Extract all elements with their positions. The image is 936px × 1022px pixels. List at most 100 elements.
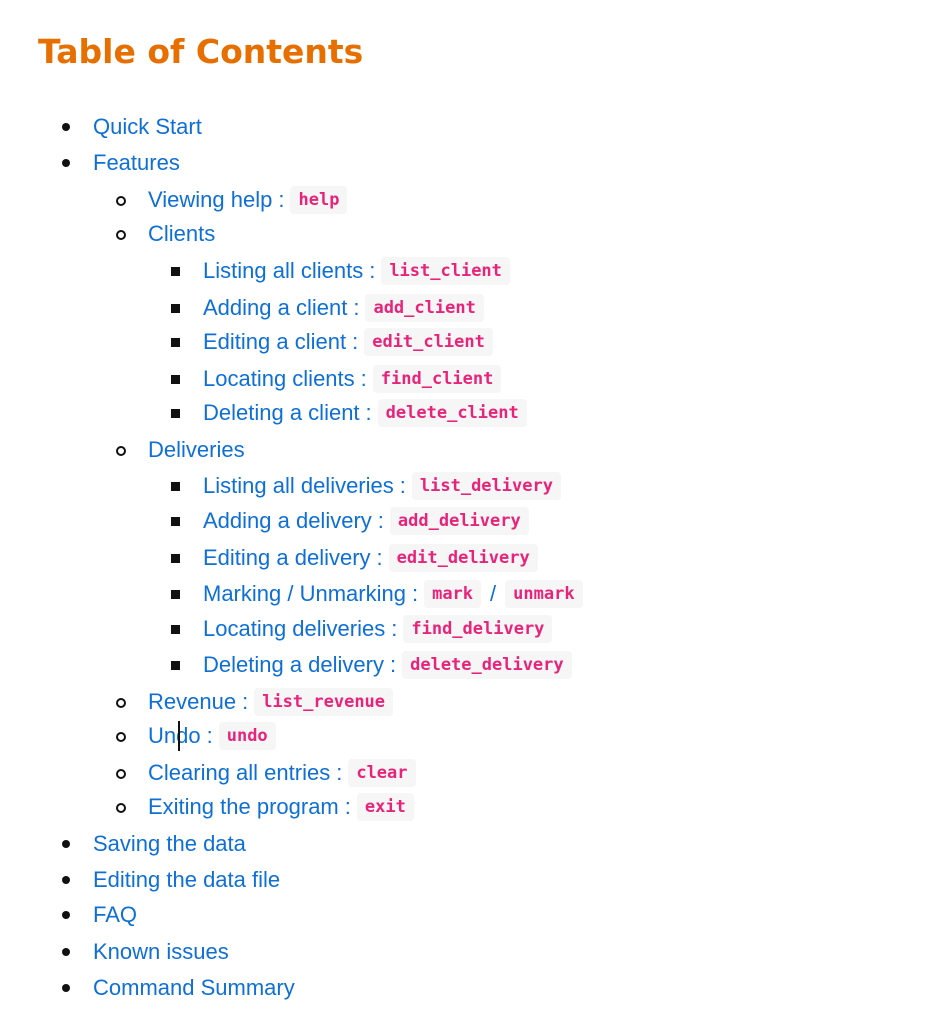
toc-link-locating-deliveries[interactable]: Locating deliveries — [203, 614, 385, 644]
bullet-square-icon — [171, 338, 180, 347]
command-code-edit-client: edit_client — [364, 328, 493, 356]
separator: : — [360, 366, 367, 391]
separator: : — [411, 581, 419, 606]
bullet-disc-icon — [62, 123, 70, 131]
bullet-circle-icon — [116, 446, 126, 456]
bullet-square-icon — [171, 304, 180, 313]
toc-link-listing-clients[interactable]: Listing all clients — [203, 256, 363, 286]
toc-item-deleting-client: Deleting a client : delete_client — [203, 398, 527, 428]
toc-item-locating-clients: Locating clients : find_client — [203, 364, 502, 394]
toc-link-editing-client[interactable]: Editing a client — [203, 327, 346, 357]
separator: : — [352, 329, 359, 354]
command-code-help: help — [290, 186, 348, 214]
command-code-clear: clear — [348, 759, 416, 787]
separator: : — [369, 258, 376, 283]
toc-link-locating-clients[interactable]: Locating clients — [203, 364, 355, 394]
bullet-disc-icon — [62, 876, 70, 884]
toc-item-marking: Marking / Unmarking : mark / unmark — [203, 579, 583, 609]
toc-item-listing-clients: Listing all clients : list_client — [203, 256, 510, 286]
toc-link-quick-start[interactable]: Quick Start — [93, 112, 202, 142]
toc-link-adding-delivery[interactable]: Adding a delivery — [203, 506, 372, 536]
toc-item-revenue: Revenue : list_revenue — [148, 687, 394, 717]
bullet-circle-icon — [116, 769, 126, 779]
toc-item-editing-client: Editing a client : edit_client — [203, 327, 493, 357]
bullet-square-icon — [171, 517, 180, 526]
separator: : — [242, 689, 249, 714]
text-cursor — [178, 721, 180, 751]
toc-item-command-summary: Command Summary — [93, 973, 295, 1003]
toc-item-clearing: Clearing all entries : clear — [148, 758, 416, 788]
bullet-square-icon — [171, 661, 180, 670]
bullet-square-icon — [171, 267, 180, 276]
separator: : — [336, 760, 343, 785]
toc-link-editing-file[interactable]: Editing the data file — [93, 865, 280, 895]
toc-link-editing-delivery[interactable]: Editing a delivery — [203, 543, 371, 573]
separator: : — [389, 652, 397, 677]
command-code-mark: mark — [424, 580, 482, 608]
bullet-disc-icon — [62, 948, 70, 956]
command-code-add-delivery: add_delivery — [389, 507, 529, 535]
toc-item-adding-delivery: Adding a delivery : add_delivery — [203, 506, 529, 536]
toc-link-known-issues[interactable]: Known issues — [93, 937, 229, 967]
bullet-circle-icon — [116, 803, 126, 813]
toc-item-exiting: Exiting the program : exit — [148, 792, 414, 822]
bullet-square-icon — [171, 590, 180, 599]
toc-item-listing-deliveries: Listing all deliveries : list_delivery — [203, 471, 561, 501]
toc-item-deleting-delivery: Deleting a delivery : delete_delivery — [203, 650, 572, 680]
toc-link-deleting-client[interactable]: Deleting a client — [203, 398, 360, 428]
command-code-find-client: find_client — [372, 365, 502, 393]
bullet-disc-icon — [62, 911, 70, 919]
toc-link-undo[interactable]: Undo — [148, 721, 201, 751]
separator: : — [399, 473, 406, 498]
toc-link-clearing[interactable]: Clearing all entries — [148, 758, 330, 788]
toc-link-listing-deliveries[interactable]: Listing all deliveries — [203, 471, 394, 501]
separator: : — [377, 508, 384, 533]
bullet-square-icon — [171, 375, 180, 384]
toc-item-features: Features — [93, 148, 180, 178]
toc-item-saving: Saving the data — [93, 829, 246, 859]
separator: : — [278, 187, 285, 212]
command-code-unmark: unmark — [505, 580, 583, 608]
toc-item-viewing-help: Viewing help : help — [148, 185, 348, 215]
bullet-circle-icon — [116, 698, 126, 708]
toc-item-adding-client: Adding a client : add_client — [203, 293, 484, 323]
toc-link-saving[interactable]: Saving the data — [93, 829, 246, 859]
bullet-square-icon — [171, 482, 180, 491]
separator: : — [353, 295, 360, 320]
toc-link-features[interactable]: Features — [93, 148, 180, 178]
toc-link-adding-client[interactable]: Adding a client — [203, 293, 347, 323]
bullet-disc-icon — [62, 159, 70, 167]
command-code-undo: undo — [218, 722, 276, 750]
toc-link-faq[interactable]: FAQ — [93, 900, 137, 930]
toc-link-deliveries[interactable]: Deliveries — [148, 435, 245, 465]
bullet-square-icon — [171, 625, 180, 634]
separator: : — [376, 545, 383, 570]
command-code-add-client: add_client — [365, 294, 484, 322]
toc-link-viewing-help[interactable]: Viewing help — [148, 185, 272, 215]
toc-item-faq: FAQ — [93, 900, 137, 930]
toc-item-known-issues: Known issues — [93, 937, 229, 967]
toc-link-marking[interactable]: Marking / Unmarking — [203, 579, 406, 609]
toc-item-editing-file: Editing the data file — [93, 865, 280, 895]
bullet-circle-icon — [116, 732, 126, 742]
command-code-list-client: list_client — [381, 257, 510, 285]
command-code-list-delivery: list_delivery — [411, 472, 561, 500]
slash-separator: / — [490, 581, 497, 606]
command-code-delete-delivery: delete_delivery — [402, 651, 572, 679]
toc-item-deliveries: Deliveries — [148, 435, 245, 465]
toc-item-undo: Undo : undo — [148, 721, 276, 751]
toc-link-revenue[interactable]: Revenue — [148, 687, 236, 717]
bullet-disc-icon — [62, 840, 70, 848]
toc-link-deleting-delivery[interactable]: Deleting a delivery — [203, 650, 384, 680]
toc-link-clients[interactable]: Clients — [148, 219, 215, 249]
bullet-circle-icon — [116, 196, 126, 206]
command-code-find-delivery: find_delivery — [403, 615, 553, 643]
bullet-square-icon — [171, 554, 180, 563]
toc-item-clients: Clients — [148, 219, 215, 249]
toc-link-command-summary[interactable]: Command Summary — [93, 973, 295, 1003]
toc-link-exiting[interactable]: Exiting the program — [148, 792, 339, 822]
toc-item-quick-start: Quick Start — [93, 112, 202, 142]
toc-item-editing-delivery: Editing a delivery : edit_delivery — [203, 543, 538, 573]
command-code-exit: exit — [356, 793, 414, 821]
separator: : — [206, 723, 213, 748]
